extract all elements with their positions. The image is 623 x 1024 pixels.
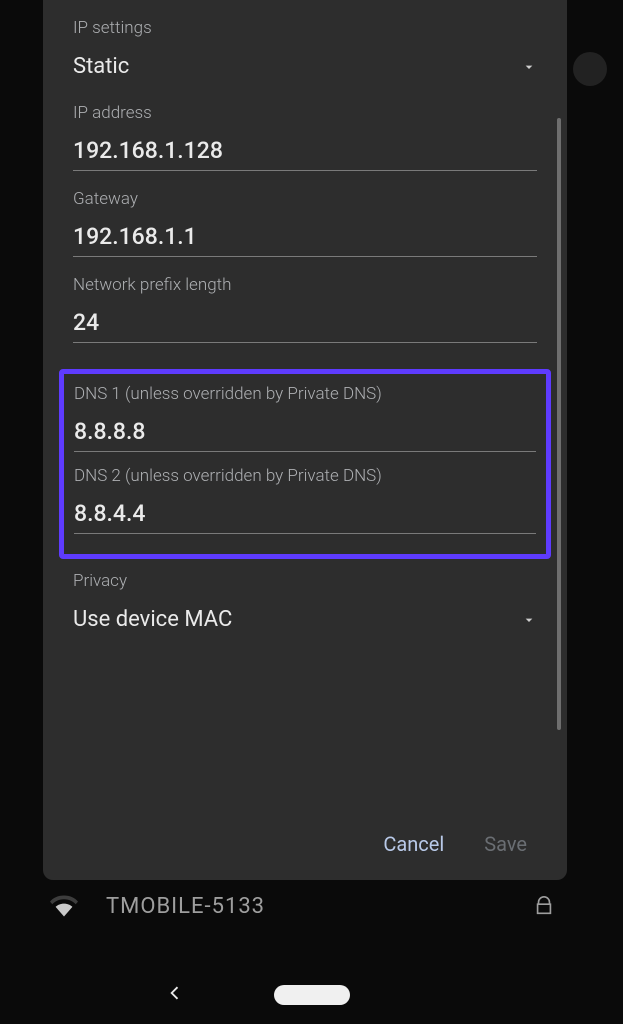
android-navbar xyxy=(0,966,623,1024)
scroll-indicator[interactable] xyxy=(557,118,561,730)
ip-settings-label: IP settings xyxy=(73,18,537,38)
dns2-input[interactable]: 8.8.4.4 xyxy=(74,500,536,534)
back-icon[interactable] xyxy=(165,983,185,1007)
gateway-field[interactable]: Gateway 192.168.1.1 xyxy=(73,189,537,257)
ip-settings-select[interactable]: Static xyxy=(73,52,537,85)
dns1-field[interactable]: DNS 1 (unless overridden by Private DNS)… xyxy=(74,384,536,452)
privacy-select[interactable]: Use device MAC xyxy=(73,605,537,638)
dropdown-arrow-icon xyxy=(521,612,537,628)
ip-settings-field[interactable]: IP settings Static xyxy=(73,18,537,85)
privacy-value: Use device MAC xyxy=(73,607,232,632)
lock-icon xyxy=(533,895,555,917)
gateway-input[interactable]: 192.168.1.1 xyxy=(73,223,537,257)
network-settings-dialog: IP settings Static IP address 192.168.1.… xyxy=(43,0,567,880)
dns1-label: DNS 1 (unless overridden by Private DNS) xyxy=(74,384,536,404)
wifi-name: TMOBILE-5133 xyxy=(106,894,265,919)
dialog-actions: Cancel Save xyxy=(73,832,537,860)
ip-settings-value: Static xyxy=(73,54,129,79)
fingerprint-ornament xyxy=(573,52,607,86)
prefix-field[interactable]: Network prefix length 24 xyxy=(73,275,537,343)
dns1-input[interactable]: 8.8.8.8 xyxy=(74,418,536,452)
prefix-label: Network prefix length xyxy=(73,275,537,295)
home-pill[interactable] xyxy=(274,985,350,1005)
wifi-icon xyxy=(50,892,78,920)
wifi-list-item: TMOBILE-5133 xyxy=(50,892,265,920)
dns-highlight-box: DNS 1 (unless overridden by Private DNS)… xyxy=(59,369,551,559)
privacy-label: Privacy xyxy=(73,571,537,591)
dns2-label: DNS 2 (unless overridden by Private DNS) xyxy=(74,466,536,486)
ip-address-label: IP address xyxy=(73,103,537,123)
ip-address-field[interactable]: IP address 192.168.1.128 xyxy=(73,103,537,171)
save-button: Save xyxy=(484,832,527,856)
cancel-button[interactable]: Cancel xyxy=(383,832,444,856)
prefix-input[interactable]: 24 xyxy=(73,309,537,343)
ip-address-input[interactable]: 192.168.1.128 xyxy=(73,137,537,171)
gateway-label: Gateway xyxy=(73,189,537,209)
dropdown-arrow-icon xyxy=(521,59,537,75)
dns2-field[interactable]: DNS 2 (unless overridden by Private DNS)… xyxy=(74,466,536,534)
privacy-field[interactable]: Privacy Use device MAC xyxy=(73,571,537,638)
